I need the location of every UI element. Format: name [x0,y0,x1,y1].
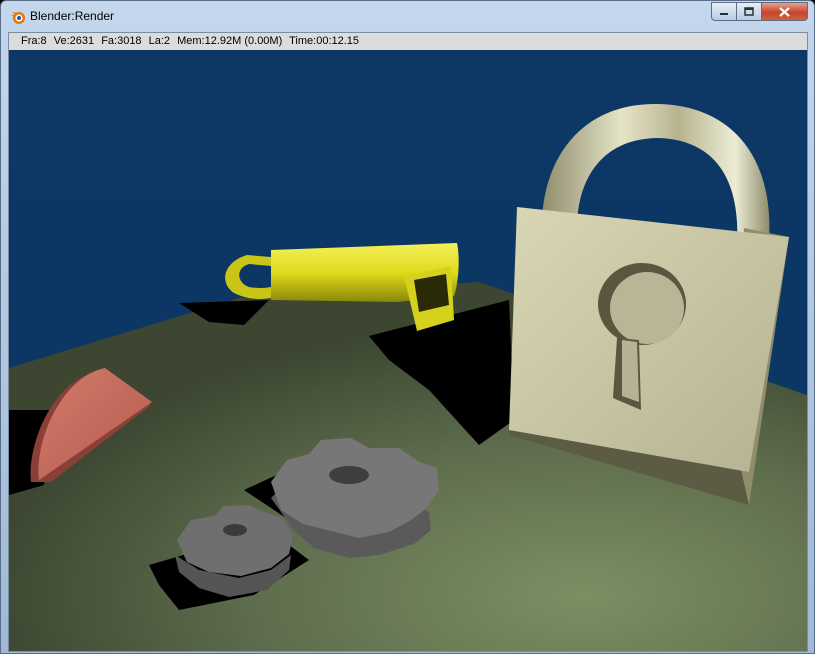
rendered-image [9,50,807,651]
render-stats-bar: Fra:8 Ve:2631 Fa:3018 La:2 Mem:12.92M (0… [9,33,807,50]
render-window: Blender:Render Fra:8 Ve:2631 Fa:3018 La:… [0,0,815,654]
lamps-stat: La:2 [148,35,171,47]
maximize-icon [744,7,754,16]
close-button[interactable] [762,2,808,21]
window-controls [711,2,808,22]
time-stat: Time:00:12.15 [289,35,360,47]
minimize-button[interactable] [711,2,737,21]
title-bar[interactable]: Blender:Render [1,1,814,33]
minimize-icon [720,12,728,15]
render-client-area: Fra:8 Ve:2631 Fa:3018 La:2 Mem:12.92M (0… [8,32,808,652]
frame-stat: Fra:8 [21,35,47,47]
faces-stat: Fa:3018 [101,35,142,47]
close-icon [779,6,790,17]
memory-stat: Mem:12.92M (0.00M) [177,35,283,47]
window-title: Blender:Render [30,9,115,23]
blender-logo-icon [11,12,25,24]
maximize-button[interactable] [737,2,762,21]
vertices-stat: Ve:2631 [53,35,95,47]
